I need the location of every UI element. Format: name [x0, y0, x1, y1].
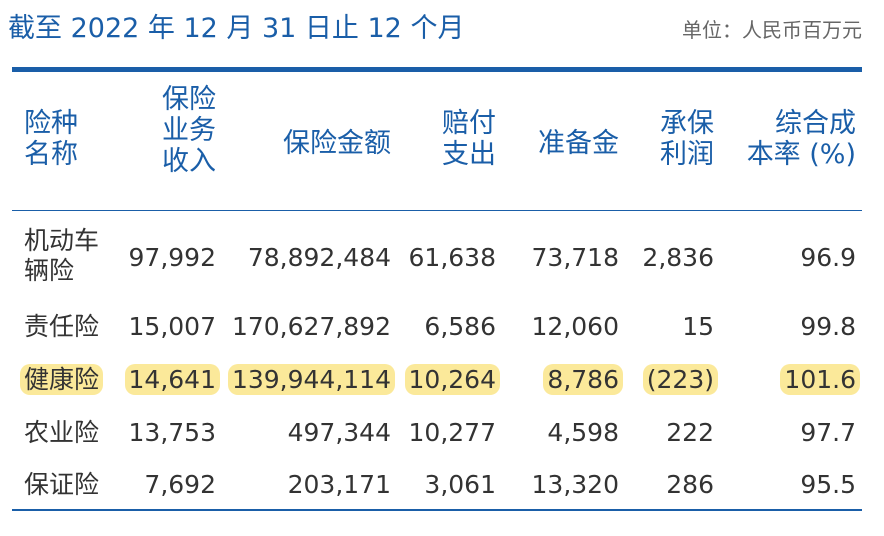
cell-premium: 15,007 — [128, 312, 216, 341]
cell-profit: 2,836 — [642, 243, 714, 272]
cell-insured: 203,171 — [287, 470, 391, 499]
row-name: 保证险 — [24, 470, 99, 500]
row-name-line: 农业险 — [24, 418, 100, 447]
cell-ratio: 95.5 — [800, 470, 856, 499]
header-type: 险种 名称 — [24, 108, 78, 170]
header-reserve: 准备金 — [538, 128, 619, 159]
cell-ratio-value: 101.6 — [780, 364, 860, 395]
cell-claims: 6,586 — [424, 312, 496, 341]
row-name: 责任险 — [24, 312, 99, 342]
cell-claims: 61,638 — [408, 243, 496, 272]
header-claims-line: 赔付 — [442, 108, 496, 139]
cell-premium-value: 14,641 — [124, 364, 220, 395]
header-premium-line: 收入 — [162, 146, 216, 177]
top-rule — [12, 67, 862, 72]
cell-claims-value: 10,264 — [404, 364, 500, 395]
header-insured: 保险金额 — [283, 128, 391, 159]
row-name-line: 保证险 — [24, 470, 100, 499]
unit-label: 单位：人民币百万元 — [682, 18, 862, 42]
cell-profit: (223) — [642, 364, 718, 395]
header-ratio-line: 本率 (%) — [746, 139, 856, 170]
cell-claims: 10,264 — [404, 364, 500, 395]
cell-insured-value: 139,944,114 — [227, 364, 395, 395]
cell-insured: 170,627,892 — [231, 312, 391, 341]
header-profit-line: 利润 — [660, 139, 714, 170]
header-insured-line: 保险金额 — [283, 128, 391, 159]
header-rule — [12, 210, 862, 211]
header-profit-line: 承保 — [660, 108, 714, 139]
row-name-line: 辆险 — [24, 256, 75, 285]
cell-profit: 286 — [666, 470, 714, 499]
row-name-line: 健康险 — [20, 364, 104, 395]
header-type-line: 名称 — [24, 139, 78, 170]
header-claims-line: 支出 — [442, 139, 496, 170]
cell-claims: 10,277 — [408, 418, 496, 447]
cell-profit: 222 — [666, 418, 714, 447]
cell-profit: 15 — [682, 312, 714, 341]
row-name-line: 机动车 — [24, 226, 100, 255]
row-name: 农业险 — [24, 418, 99, 448]
row-name-line: 责任险 — [24, 312, 100, 341]
cell-insured: 78,892,484 — [247, 243, 391, 272]
page-title: 截至 2022 年 12 月 31 日止 12 个月 — [8, 13, 465, 44]
cell-ratio: 99.8 — [800, 312, 856, 341]
cell-reserve: 73,718 — [531, 243, 619, 272]
cell-claims: 3,061 — [424, 470, 496, 499]
cell-reserve: 4,598 — [547, 418, 619, 447]
cell-premium: 13,753 — [128, 418, 216, 447]
header-reserve-line: 准备金 — [538, 128, 619, 159]
header-premium: 保险 业务 收入 — [162, 84, 216, 177]
cell-reserve: 13,320 — [531, 470, 619, 499]
cell-premium: 7,692 — [144, 470, 216, 499]
row-name: 健康险 — [20, 364, 104, 395]
header-type-line: 险种 — [24, 108, 78, 139]
bottom-rule — [12, 509, 862, 511]
cell-premium: 14,641 — [124, 364, 220, 395]
cell-reserve: 8,786 — [543, 364, 623, 395]
cell-insured: 497,344 — [287, 418, 391, 447]
cell-ratio: 96.9 — [800, 243, 856, 272]
cell-insured: 139,944,114 — [227, 364, 395, 395]
cell-reserve-value: 8,786 — [543, 364, 623, 395]
cell-profit-value: (223) — [642, 364, 718, 395]
header-premium-line: 保险 — [162, 84, 216, 115]
header-premium-line: 业务 — [162, 115, 216, 146]
header-ratio: 综合成 本率 (%) — [747, 108, 856, 170]
cell-ratio: 101.6 — [780, 364, 860, 395]
header-claims: 赔付 支出 — [442, 108, 496, 170]
header-ratio-line: 综合成 — [775, 108, 856, 139]
header-profit: 承保 利润 — [660, 108, 714, 170]
cell-premium: 97,992 — [128, 243, 216, 272]
cell-reserve: 12,060 — [531, 312, 619, 341]
row-name: 机动车 辆险 — [24, 226, 99, 286]
cell-ratio: 97.7 — [800, 418, 856, 447]
